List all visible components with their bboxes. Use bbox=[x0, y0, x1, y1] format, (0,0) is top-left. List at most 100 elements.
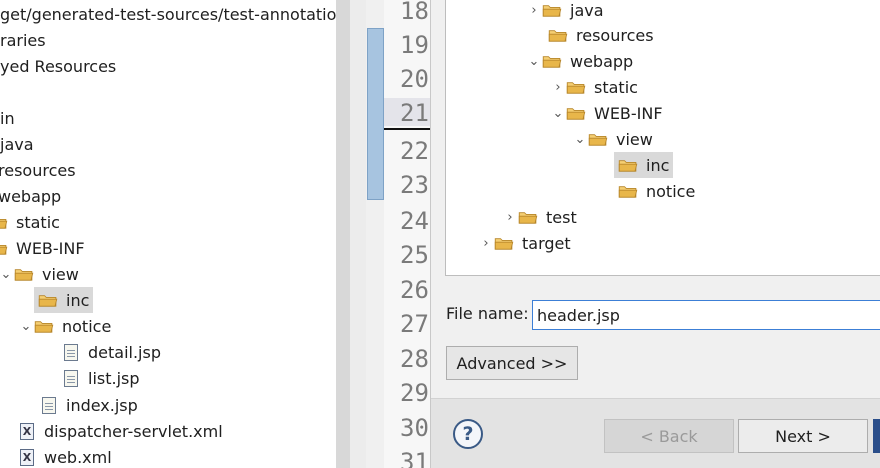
chevron-right-icon[interactable]: › bbox=[502, 210, 518, 225]
tree-item-libraries[interactable]: raries bbox=[0, 27, 46, 53]
tree-item-notice[interactable]: notice bbox=[618, 178, 695, 204]
finish-button-edge[interactable] bbox=[873, 419, 880, 453]
tree-item-webapp[interactable]: webapp bbox=[0, 183, 61, 209]
line-number: 18 bbox=[400, 0, 429, 25]
project-explorer: get/generated-test-sources/test-annotati… bbox=[0, 0, 336, 468]
line-number: 28 bbox=[400, 345, 429, 373]
chevron-down-icon[interactable]: ⌄ bbox=[572, 132, 588, 147]
tree-item-web-xml[interactable]: X web.xml bbox=[20, 444, 112, 468]
line-number: 27 bbox=[400, 310, 429, 338]
folder-open-icon bbox=[542, 56, 562, 68]
folder-open-icon bbox=[38, 295, 58, 307]
tree-item-label: resources bbox=[576, 25, 654, 45]
tree-item-view[interactable]: ⌄ view bbox=[0, 261, 79, 287]
tree-item-generated-test-sources[interactable]: get/generated-test-sources/test-annotati… bbox=[0, 1, 336, 27]
tree-item-java[interactable]: java bbox=[0, 131, 34, 157]
chevron-down-icon[interactable]: ⌄ bbox=[550, 106, 566, 121]
tree-item-static[interactable]: › static bbox=[550, 74, 638, 100]
line-number: 31 bbox=[400, 448, 429, 468]
tree-item-label: list.jsp bbox=[88, 368, 140, 388]
panel-divider[interactable] bbox=[336, 0, 350, 468]
tree-item-label: resources bbox=[0, 160, 76, 180]
tree-item-view[interactable]: ⌄ view bbox=[572, 126, 653, 152]
tree-item-target[interactable]: › target bbox=[478, 230, 570, 256]
jsp-file-icon bbox=[64, 343, 78, 361]
tree-item-java[interactable]: › java bbox=[526, 0, 603, 23]
tree-item-label: notice bbox=[646, 181, 696, 201]
current-line-underline bbox=[384, 128, 430, 130]
tree-item-resources[interactable]: resources bbox=[548, 22, 654, 48]
folder-open-icon bbox=[494, 238, 514, 250]
jsp-file-icon bbox=[42, 396, 56, 414]
tree-item-static[interactable]: static bbox=[0, 209, 60, 235]
tree-item-detail-jsp[interactable]: detail.jsp bbox=[64, 339, 161, 365]
tree-item-deployed-resources[interactable]: yed Resources bbox=[0, 53, 116, 79]
tree-item-web-inf[interactable]: WEB-INF bbox=[0, 235, 85, 261]
tree-item-inc[interactable]: inc bbox=[34, 287, 94, 313]
tree-item-notice[interactable]: ⌄ notice bbox=[18, 313, 112, 339]
tree-item-label: inc bbox=[646, 155, 670, 175]
overview-ruler-highlight[interactable] bbox=[367, 28, 384, 200]
line-number-gutter: 18 19 20 21 22 23 24 25 26 27 28 29 30 3… bbox=[384, 0, 430, 468]
tree-item-inc[interactable]: inc bbox=[614, 152, 674, 178]
folder-icon bbox=[548, 30, 568, 42]
folder-icon bbox=[0, 244, 8, 255]
line-number: 29 bbox=[400, 379, 429, 407]
help-icon[interactable]: ? bbox=[453, 419, 483, 449]
dialog-button-bar: ? < Back Next > bbox=[431, 398, 880, 468]
tree-item-label: webapp bbox=[570, 51, 634, 71]
tree-item-dispatcher-servlet-xml[interactable]: X dispatcher-servlet.xml bbox=[20, 418, 223, 444]
chevron-down-icon[interactable]: ⌄ bbox=[18, 319, 34, 334]
back-button[interactable]: < Back bbox=[604, 419, 734, 453]
tree-item-label: webapp bbox=[0, 186, 62, 206]
tree-item-label: static bbox=[594, 77, 638, 97]
tree-item-label: java bbox=[0, 134, 34, 154]
folder-open-icon bbox=[542, 5, 562, 17]
folder-tree: › java resources ⌄ webapp › static ⌄ WEB… bbox=[445, 0, 880, 276]
line-number: 24 bbox=[400, 207, 429, 235]
folder-open-icon bbox=[566, 82, 586, 94]
jsp-file-icon bbox=[64, 369, 78, 387]
tree-item-webapp[interactable]: ⌄ webapp bbox=[526, 48, 634, 74]
tree-item-test[interactable]: › test bbox=[502, 204, 577, 230]
tree-item-label: yed Resources bbox=[0, 56, 117, 76]
xml-file-icon: X bbox=[20, 422, 34, 440]
tree-item-label: dispatcher-servlet.xml bbox=[44, 421, 223, 441]
folder-icon bbox=[0, 218, 8, 229]
tree-item-label: view bbox=[42, 264, 79, 284]
line-number: 20 bbox=[400, 65, 429, 93]
tree-item-list-jsp[interactable]: list.jsp bbox=[64, 365, 140, 391]
tree-item-label: inc bbox=[66, 290, 90, 310]
chevron-right-icon[interactable]: › bbox=[550, 80, 566, 95]
folder-open-icon bbox=[618, 186, 638, 198]
chevron-right-icon[interactable]: › bbox=[478, 236, 494, 251]
line-number: 25 bbox=[400, 241, 429, 269]
advanced-button[interactable]: Advanced >> bbox=[446, 346, 578, 380]
tree-item-label: WEB-INF bbox=[16, 238, 85, 258]
tree-item-label: index.jsp bbox=[66, 395, 138, 415]
folder-open-icon bbox=[14, 269, 34, 281]
xml-file-icon: X bbox=[20, 448, 34, 466]
folder-open-icon bbox=[566, 108, 586, 120]
line-number: 21 bbox=[400, 99, 429, 127]
tree-item-label: notice bbox=[62, 316, 112, 336]
new-file-dialog: › java resources ⌄ webapp › static ⌄ WEB… bbox=[430, 0, 880, 468]
chevron-down-icon[interactable]: ⌄ bbox=[0, 267, 14, 282]
tree-item-label: get/generated-test-sources/test-annotati… bbox=[0, 4, 336, 24]
tree-item-label: WEB-INF bbox=[594, 103, 663, 123]
tree-item-label: detail.jsp bbox=[88, 342, 161, 362]
tree-item-resources[interactable]: resources bbox=[0, 157, 76, 183]
tree-item-label: test bbox=[546, 207, 577, 227]
chevron-down-icon[interactable]: ⌄ bbox=[526, 54, 542, 69]
tree-item-main[interactable]: in bbox=[0, 105, 15, 131]
next-button[interactable]: Next > bbox=[738, 419, 868, 453]
file-name-label: File name: bbox=[446, 304, 529, 323]
tree-item-index-jsp[interactable]: index.jsp bbox=[42, 392, 138, 418]
chevron-right-icon[interactable]: › bbox=[526, 3, 542, 18]
line-number: 19 bbox=[400, 31, 429, 59]
tree-item-web-inf[interactable]: ⌄ WEB-INF bbox=[550, 100, 663, 126]
folder-open-icon bbox=[588, 134, 608, 146]
file-name-input[interactable] bbox=[532, 300, 880, 330]
line-number: 23 bbox=[400, 171, 429, 199]
tree-item-label: view bbox=[616, 129, 653, 149]
